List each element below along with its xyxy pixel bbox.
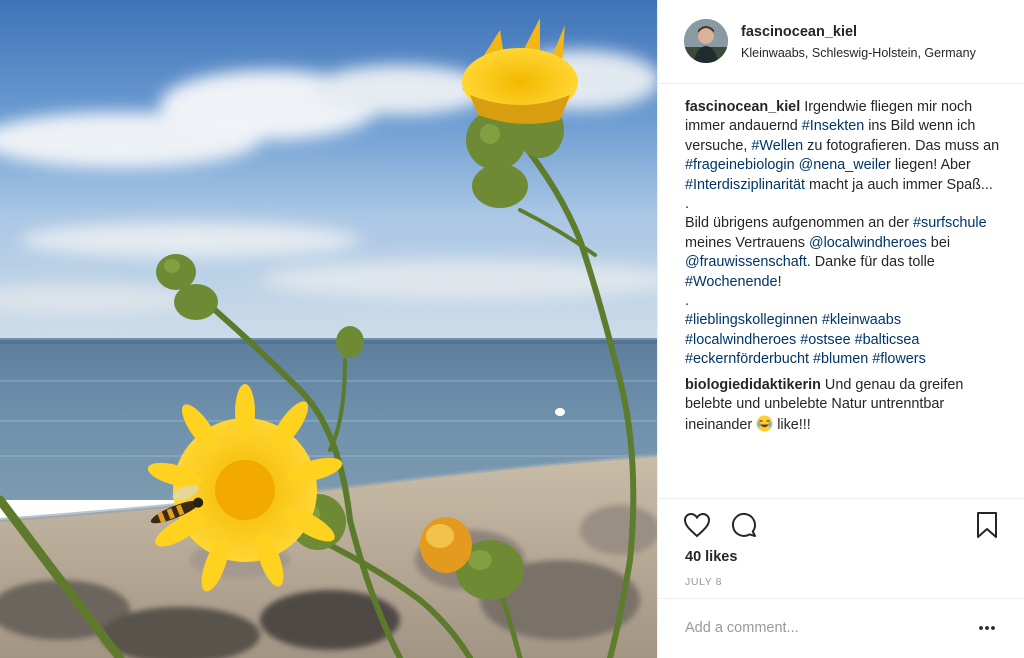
post-date[interactable]: JULY 8 xyxy=(685,576,722,588)
hashtag-link[interactable]: #eckernförderbucht xyxy=(685,351,809,367)
post-side-panel: fascinocean_kiel Kleinwaabs, Schleswig-H… xyxy=(657,0,1024,658)
mention-link[interactable]: @frauwissenschaft xyxy=(685,254,807,270)
heart-icon[interactable] xyxy=(683,512,711,543)
hashtag-link[interactable]: #flowers xyxy=(872,351,926,367)
hashtag-link[interactable]: #balticsea xyxy=(855,332,920,348)
hashtag-link[interactable]: #frageinebiologin xyxy=(685,157,795,173)
caption-text: meines Vertrauens xyxy=(685,234,809,251)
mention-link[interactable]: @nena_weiler xyxy=(799,157,891,173)
comment-text: like!!! xyxy=(773,416,811,433)
comment: biologiedidaktikerin Und genau da greife… xyxy=(685,376,1005,435)
hashtag-link[interactable]: #ostsee xyxy=(800,332,850,348)
caption-separator: . xyxy=(685,293,689,310)
avatar[interactable] xyxy=(684,19,728,63)
hashtag-link[interactable]: #Insekten xyxy=(802,118,864,134)
caption-separator: . xyxy=(685,196,689,213)
caption: fascinocean_kiel Irgendwie fliegen mir n… xyxy=(685,98,1005,370)
hashtag-link[interactable]: #blumen xyxy=(813,351,868,367)
photo-flowers-beach-sea xyxy=(0,0,657,658)
instagram-post: fascinocean_kiel Kleinwaabs, Schleswig-H… xyxy=(0,0,1024,658)
hashtag-link[interactable]: #kleinwaabs xyxy=(822,312,901,328)
bookmark-icon[interactable] xyxy=(975,511,999,544)
mention-link[interactable]: @localwindheroes xyxy=(809,235,927,251)
face-with-tears-of-joy-icon xyxy=(756,415,773,432)
caption-text: bei xyxy=(926,234,951,251)
likes-count[interactable]: 40 likes xyxy=(685,549,737,565)
hashtag-link[interactable]: #lieblingskolleginnen xyxy=(685,312,818,328)
hashtag-link[interactable]: #localwindheroes xyxy=(685,332,796,348)
hashtag-link[interactable]: #Wellen xyxy=(751,138,803,154)
hashtag-link[interactable]: #surfschule xyxy=(913,215,987,231)
post-photo[interactable] xyxy=(0,0,657,658)
add-comment-section xyxy=(658,598,1024,658)
more-options-icon[interactable] xyxy=(978,620,996,636)
caption-text: ! xyxy=(777,273,782,290)
hashtag-link[interactable]: #Interdisziplinarität xyxy=(685,177,805,193)
comments-section: fascinocean_kiel Irgendwie fliegen mir n… xyxy=(685,98,1005,435)
post-location[interactable]: Kleinwaabs, Schleswig-Holstein, Germany xyxy=(741,46,1003,60)
add-comment-input[interactable] xyxy=(685,616,945,640)
comment-author[interactable]: biologiedidaktikerin xyxy=(685,377,821,393)
caption-text: Bild übrigens aufgenommen an der xyxy=(685,215,913,232)
caption-text: . Danke für das tolle xyxy=(806,254,935,271)
post-actions: 40 likes JULY 8 xyxy=(658,498,1024,598)
post-header: fascinocean_kiel Kleinwaabs, Schleswig-H… xyxy=(658,0,1024,84)
caption-author[interactable]: fascinocean_kiel xyxy=(685,99,800,115)
post-username[interactable]: fascinocean_kiel xyxy=(741,24,857,40)
caption-text: macht ja auch immer Spaß... xyxy=(804,176,993,193)
caption-text: liegen! Aber xyxy=(890,157,971,174)
avatar-image xyxy=(684,19,728,63)
hashtag-link[interactable]: #Wochenende xyxy=(685,274,778,290)
caption-text: zu fotografieren. Das muss an xyxy=(803,137,1000,154)
comment-icon[interactable] xyxy=(730,512,758,543)
